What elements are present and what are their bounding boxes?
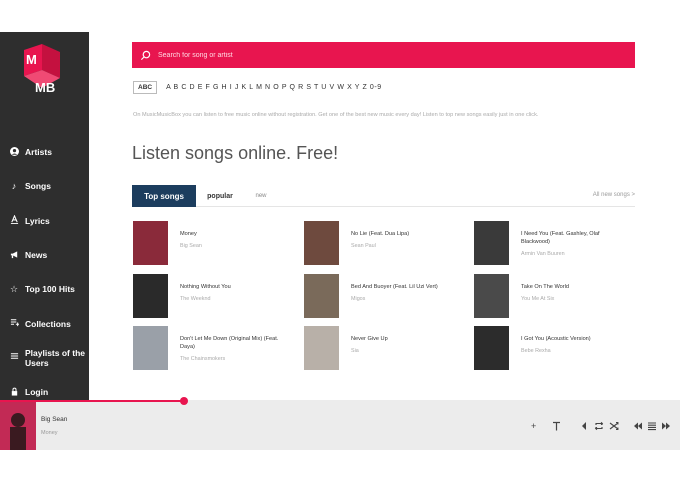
song-item[interactable]: Take On The World You Me At Six <box>474 274 634 320</box>
song-artist: Migos <box>351 296 366 302</box>
sidebar-item-top100[interactable]: ☆ Top 100 Hits <box>0 272 89 306</box>
song-artist: Sean Paul <box>351 243 376 249</box>
sidebar-item-label: Top 100 Hits <box>25 284 75 295</box>
album-cover <box>133 274 168 318</box>
song-artist: You Me At Six <box>521 296 555 302</box>
song-artist: Armin Van Buuren <box>521 251 565 257</box>
abc-button[interactable]: ABC <box>133 81 158 94</box>
album-cover <box>474 274 509 318</box>
album-cover <box>304 274 339 318</box>
song-item[interactable]: Nothing Without You The Weeknd <box>133 274 293 320</box>
shuffle-icon[interactable] <box>609 421 619 433</box>
sidebar-item-playlists[interactable]: Playlists of the Users <box>0 341 89 375</box>
alphabet-letters[interactable]: A B C D E F G H I J K L M N O P Q R S T … <box>166 84 382 91</box>
song-title: I Need You (Feat. Gashley, Olaf Blackwoo… <box>521 231 600 245</box>
progress-handle[interactable] <box>179 397 188 405</box>
sidebar-nav: Artists ♪ Songs Lyrics News ☆ Top 100 Hi… <box>0 135 89 409</box>
song-artist: Bebe Rexha <box>521 348 551 354</box>
playlist-queue-icon[interactable] <box>647 421 657 433</box>
page-title: Listen songs online. Free! <box>132 143 339 163</box>
sidebar-item-artists[interactable]: Artists <box>0 135 89 169</box>
album-cover <box>474 326 509 370</box>
song-artist: The Weeknd <box>180 296 211 302</box>
logo-text-top: M <box>26 52 37 67</box>
lyrics-text-icon[interactable] <box>552 421 561 433</box>
sidebar-item-label: Login <box>25 387 49 398</box>
megaphone-icon <box>8 250 20 261</box>
add-icon[interactable]: + <box>531 421 536 431</box>
sidebar-item-lyrics[interactable]: Lyrics <box>0 204 89 238</box>
song-title: Don't Let Me Down (Original Mix) (Feat. … <box>180 336 279 350</box>
sidebar-item-label: Songs <box>25 181 51 192</box>
song-title: I Got You (Acoustic Version) <box>521 336 591 342</box>
tab-new[interactable]: new <box>244 185 278 207</box>
player-artist: Big Sean <box>41 416 68 423</box>
song-title: Nothing Without You <box>180 284 231 290</box>
song-artist: The Chainsmokers <box>180 356 226 362</box>
sidebar-item-news[interactable]: News <box>0 238 89 272</box>
song-item[interactable]: Never Give Up Sia <box>304 326 464 372</box>
song-title: No Lie (Feat. Dua Lipa) <box>351 231 410 237</box>
album-cover <box>304 326 339 370</box>
sidebar-item-label: News <box>25 250 48 261</box>
song-title: Bed And Buoyer (Feat. Lil Uzi Vert) <box>351 284 438 290</box>
previous-icon[interactable] <box>633 421 643 433</box>
sidebar-item-collections[interactable]: Collections <box>0 306 89 340</box>
album-cover <box>133 326 168 370</box>
song-item[interactable]: Money Big Sean <box>133 221 293 267</box>
list-icon <box>8 352 20 363</box>
search-icon[interactable] <box>132 50 158 61</box>
sidebar-item-label: Artists <box>25 147 52 158</box>
song-title: Take On The World <box>521 284 569 290</box>
next-icon[interactable] <box>661 421 671 433</box>
person-icon <box>8 146 20 158</box>
sidebar-item-label: Lyrics <box>25 215 50 226</box>
lyrics-icon <box>8 214 20 226</box>
album-cover <box>474 221 509 265</box>
lock-icon <box>8 387 20 398</box>
sidebar: M MB Artists ♪ Songs Lyrics News ☆ Top 1… <box>0 32 89 402</box>
song-title: Never Give Up <box>351 336 388 342</box>
player-song-title: Money <box>41 430 58 436</box>
sidebar-item-songs[interactable]: ♪ Songs <box>0 169 89 203</box>
player-album-cover <box>0 402 36 450</box>
song-item[interactable]: No Lie (Feat. Dua Lipa) Sean Paul <box>304 221 464 267</box>
song-artist: Big Sean <box>180 243 202 249</box>
album-cover <box>133 221 168 265</box>
song-artist: Sia <box>351 348 359 354</box>
song-item[interactable]: Bed And Buoyer (Feat. Lil Uzi Vert) Migo… <box>304 274 464 320</box>
repeat-icon[interactable] <box>594 421 604 433</box>
sidebar-item-label: Collections <box>25 318 71 329</box>
song-tabs: Top songs popular new All new songs > <box>132 185 635 207</box>
logo-text-bottom: MB <box>35 80 55 95</box>
intro-text: On MusicMusicBox you can listen to free … <box>133 112 539 118</box>
playlist-icon <box>8 318 20 329</box>
album-cover <box>304 221 339 265</box>
sidebar-item-label: Playlists of the Users <box>25 347 85 368</box>
volume-icon[interactable] <box>580 421 588 433</box>
player-bar: Big Sean Money + <box>0 397 680 450</box>
song-item[interactable]: Don't Let Me Down (Original Mix) (Feat. … <box>133 326 293 372</box>
alphabet-filter: ABC A B C D E F G H I J K L M N O P Q R … <box>133 81 382 94</box>
progress-track[interactable] <box>0 397 680 405</box>
tab-top-songs[interactable]: Top songs <box>132 185 196 207</box>
tab-popular[interactable]: popular <box>196 185 244 207</box>
song-item[interactable]: I Got You (Acoustic Version) Bebe Rexha <box>474 326 634 372</box>
logo[interactable]: M MB <box>18 44 62 96</box>
music-note-icon: ♪ <box>11 181 17 192</box>
search-input[interactable] <box>158 51 558 59</box>
song-title: Money <box>180 231 197 237</box>
all-new-songs-link[interactable]: All new songs > <box>593 192 635 198</box>
star-icon: ☆ <box>9 283 19 294</box>
song-item[interactable]: I Need You (Feat. Gashley, Olaf Blackwoo… <box>474 221 634 267</box>
search-bar <box>132 42 635 68</box>
